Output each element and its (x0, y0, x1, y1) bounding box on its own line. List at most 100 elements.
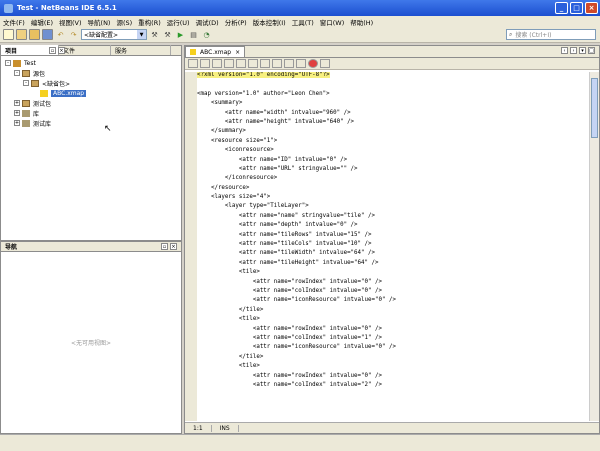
search-input[interactable]: ⌕ 搜索 (Ctrl+I) (506, 29, 596, 40)
save-all-icon[interactable] (42, 29, 53, 40)
expand-icon[interactable]: + (14, 110, 20, 116)
code-line: <attr name="ID" intvalue="0" /> (197, 157, 587, 166)
run-icon[interactable]: ▶ (175, 29, 186, 40)
close-button[interactable]: × (585, 2, 598, 14)
record-macro-icon[interactable] (308, 59, 318, 68)
expand-icon[interactable]: + (14, 120, 20, 126)
tab-services[interactable]: 服务 (111, 45, 171, 55)
menu-item[interactable]: 调试(D) (193, 17, 222, 27)
menu-item[interactable]: 视图(V) (56, 17, 85, 27)
find-next-icon[interactable] (248, 59, 258, 68)
stop-macro-icon[interactable] (320, 59, 330, 68)
open-project-icon[interactable] (29, 29, 40, 40)
tab-files[interactable]: 文件 (59, 45, 111, 55)
find-icon[interactable] (224, 59, 234, 68)
close-tab-icon[interactable]: × (235, 49, 240, 56)
maximize-editor-icon[interactable]: □ (588, 47, 595, 54)
close-panel-icon[interactable]: × (170, 243, 177, 250)
code-text: <attr name="tileRows" intvalue="15" /> (197, 231, 372, 238)
app-icon (4, 3, 13, 13)
shift-left-icon[interactable] (284, 59, 294, 68)
code-area[interactable]: <?xml version="1.0" encoding="UTF-8"?> <m… (197, 72, 587, 421)
editor-status-bar: 1:1 INS (185, 422, 599, 433)
menu-item[interactable]: 重构(R) (135, 17, 164, 27)
clean-build-icon[interactable]: ⚒ (162, 29, 173, 40)
build-icon[interactable]: ⚒ (149, 29, 160, 40)
shift-right-icon[interactable] (296, 59, 306, 68)
code-text: </resource> (197, 184, 250, 191)
scroll-left-icon[interactable]: ‹ (561, 47, 568, 54)
code-text: </iconresource> (197, 175, 278, 182)
find-previous-icon[interactable] (236, 59, 246, 68)
code-line: <iconresource> (197, 147, 587, 156)
code-line: <attr name="tileWidth" intvalue="64" /> (197, 250, 587, 259)
tree-node[interactable]: - 源包 (5, 68, 177, 78)
scrollbar-thumb[interactable] (591, 78, 598, 138)
menu-item[interactable]: 分析(P) (222, 17, 250, 27)
back-icon[interactable] (200, 59, 210, 68)
code-line: <tile> (197, 316, 587, 325)
undo-icon[interactable]: ↶ (55, 29, 66, 40)
code-line: <tile> (197, 269, 587, 278)
minimize-panel-icon[interactable]: ▫ (49, 47, 56, 54)
package-folder-icon (22, 69, 30, 77)
code-text: </tile> (197, 306, 264, 313)
tree-node[interactable]: ABC.xmap (5, 88, 177, 98)
debug-icon[interactable]: ▤ (188, 29, 199, 40)
code-line: <attr name="width" intvalue="960" /> (197, 110, 587, 119)
scroll-right-icon[interactable]: › (570, 47, 577, 54)
close-panel-icon[interactable]: × (58, 47, 65, 54)
main-toolbar: ↶ ↷ <缺省配置> ▼ ⚒ ⚒ ▶ ▤ ◔ ⌕ 搜索 (Ctrl+I) (0, 27, 600, 43)
profile-icon[interactable]: ◔ (201, 29, 212, 40)
collapse-icon[interactable]: - (14, 70, 20, 76)
menu-item[interactable]: 窗口(W) (317, 17, 348, 27)
code-text: <attr name="rowIndex" intvalue="0" /> (197, 278, 382, 285)
configuration-select[interactable]: <缺省配置> ▼ (81, 29, 147, 40)
code-line: <attr name="tileRows" intvalue="15" /> (197, 232, 587, 241)
collapse-icon[interactable]: - (5, 60, 11, 66)
code-text: <attr name="URL" stringvalue="" /> (197, 165, 358, 172)
tree-node[interactable]: + 测试库 (5, 118, 177, 128)
package-folder-icon (22, 99, 30, 107)
new-project-icon[interactable] (16, 29, 27, 40)
toggle-highlight-icon[interactable] (260, 59, 270, 68)
minimize-panel-icon[interactable]: ▫ (161, 243, 168, 250)
tree-node[interactable]: + 库 (5, 108, 177, 118)
code-line: <attr name="URL" stringvalue="" /> (197, 166, 587, 175)
forward-icon[interactable] (212, 59, 222, 68)
menu-item[interactable]: 导航(N) (85, 17, 114, 27)
minimize-button[interactable]: _ (555, 2, 568, 14)
menu-item[interactable]: 源(S) (113, 17, 135, 27)
vertical-scrollbar[interactable] (589, 72, 599, 421)
code-text: <attr name="tileWidth" intvalue="64" /> (197, 250, 375, 257)
menu-item[interactable]: 工具(T) (289, 17, 317, 27)
source-view-icon[interactable] (188, 59, 198, 68)
code-line: <attr name="rowIndex" intvalue="0" /> (197, 279, 587, 288)
expand-icon[interactable]: + (14, 100, 20, 106)
redo-icon[interactable]: ↷ (68, 29, 79, 40)
tree-node[interactable]: - <缺省包> (5, 78, 177, 88)
status-bar (0, 434, 600, 451)
menu-item[interactable]: 编辑(E) (28, 17, 56, 27)
code-text: </tile> (197, 353, 264, 360)
window-list-icon[interactable]: ▾ (579, 47, 586, 54)
editor-tab-abc-xmap[interactable]: ABC.xmap × (185, 46, 246, 57)
menu-item[interactable]: 运行(U) (164, 17, 193, 27)
code-line: </summary> (197, 128, 587, 137)
code-line: <attr name="colIndex" intvalue="0" /> (197, 288, 587, 297)
tree-node[interactable]: + 测试包 (5, 98, 177, 108)
maximize-button[interactable]: □ (570, 2, 583, 14)
tree-node-label: 测试库 (33, 120, 52, 128)
search-icon: ⌕ (509, 30, 513, 38)
menu-item[interactable]: 帮助(H) (347, 17, 376, 27)
new-file-icon[interactable] (3, 29, 14, 40)
tree-node[interactable]: - Test (5, 58, 177, 68)
menu-item[interactable]: 文件(F) (0, 17, 28, 27)
menu-item[interactable]: 版本控制(I) (250, 17, 289, 27)
toggle-bookmark-icon[interactable] (272, 59, 282, 68)
code-text: <attr name="width" intvalue="960" /> (197, 109, 351, 116)
collapse-icon[interactable]: - (23, 80, 29, 86)
code-text: <attr name="tileHeight" intvalue="64" /> (197, 259, 379, 266)
code-text: <attr name="rowIndex" intvalue="0" /> (197, 372, 382, 379)
code-text: <resource size="1"> (197, 137, 278, 144)
